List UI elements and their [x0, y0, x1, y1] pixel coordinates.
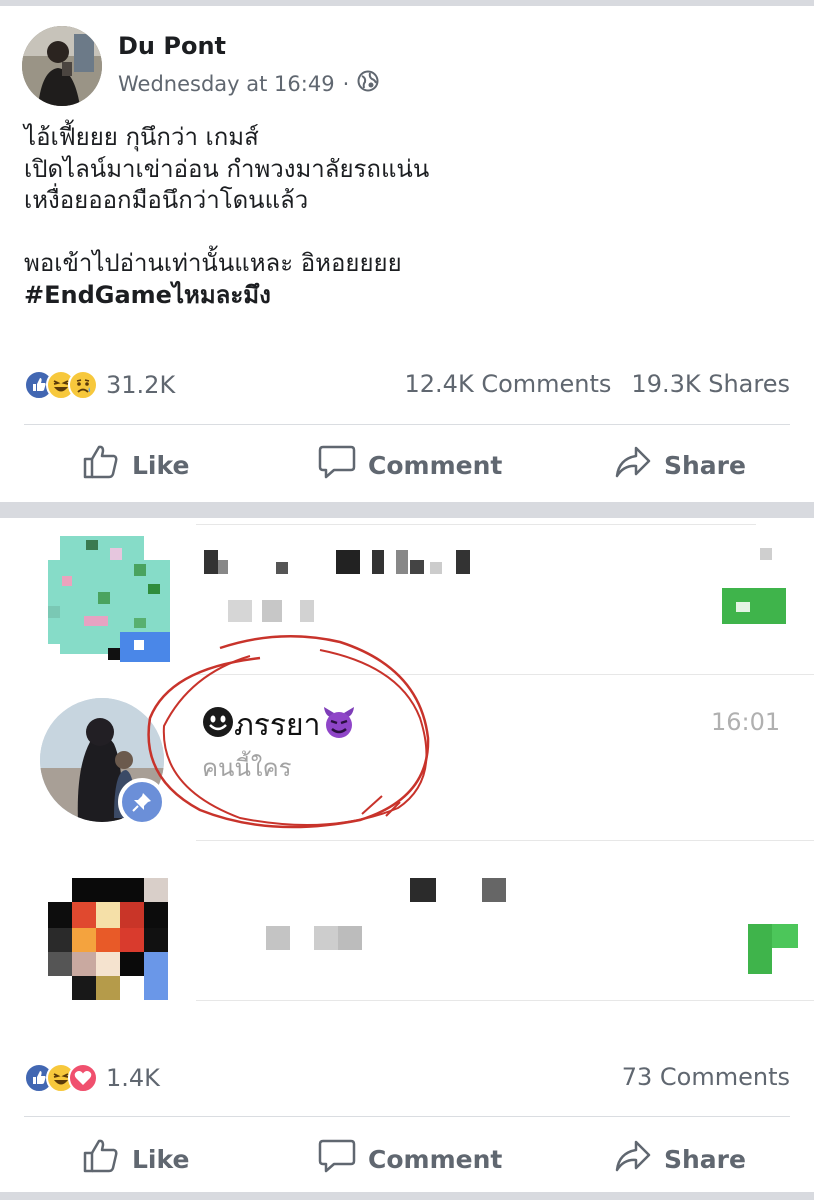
bottom-separator [0, 1192, 814, 1200]
thumbs-up-icon [82, 1138, 120, 1180]
like-button[interactable]: Like [82, 440, 189, 490]
love-reaction-icon [68, 1063, 98, 1093]
comment-button[interactable]: Comment [318, 1134, 502, 1184]
reaction-count: 1.4K [106, 1064, 160, 1092]
post-line-blank [24, 217, 794, 249]
meta-separator: · [342, 71, 350, 96]
section-separator [0, 502, 814, 518]
divider [24, 424, 790, 425]
share-arrow-icon [614, 1138, 652, 1180]
share-label: Share [664, 450, 746, 480]
like-label: Like [132, 450, 190, 480]
post-line: เปิดไลน์มาเข่าอ่อน กำพวงมาลัยรถแน่น [24, 154, 430, 183]
post-line: เหงื่อยออกมือนึกว่าโดนแล้ว [24, 186, 309, 214]
chat-row-separator [196, 1000, 814, 1001]
chat-row-separator [196, 840, 814, 841]
post-timestamp[interactable]: Wednesday at 16:49 [118, 72, 335, 96]
top-separator [0, 0, 814, 6]
like-label: Like [132, 1144, 190, 1174]
reaction-summary[interactable]: 31.2K [24, 368, 175, 402]
share-arrow-icon [614, 444, 652, 486]
comment-button[interactable]: Comment [318, 440, 502, 490]
post-text: ไอ้เฟี้ยยย กุนึกว่า เกมส์ เปิดไลน์มาเข่า… [24, 122, 794, 311]
sad-reaction-icon [68, 370, 98, 400]
divider [24, 1116, 790, 1117]
share-label: Share [664, 1144, 746, 1174]
hashtag-link[interactable]: #EndGameไหมละมึง [24, 280, 794, 312]
footer-reaction-summary[interactable]: 1.4K [24, 1061, 160, 1095]
post-actions: Like Comment Share [0, 440, 814, 490]
post-line: ไอ้เฟี้ยยย กุนึกว่า เกมส์ [24, 123, 259, 151]
attached-chat-screenshot[interactable]: ภรรยา คนนี้ใคร 16:01 [0, 518, 814, 1048]
globe-icon [357, 70, 379, 97]
comment-label: Comment [368, 450, 503, 480]
reaction-count: 31.2K [106, 371, 176, 399]
author-avatar[interactable] [22, 26, 102, 106]
pixelated-avatar [48, 878, 170, 1004]
pixelated-name [264, 876, 514, 956]
speech-bubble-icon [318, 444, 356, 486]
comment-label: Comment [368, 1144, 503, 1174]
author-name[interactable]: Du Pont [118, 32, 226, 60]
post-meta: Wednesday at 16:49 · [118, 70, 379, 97]
comments-count[interactable]: 73 Comments [622, 1063, 790, 1091]
share-button[interactable]: Share [614, 440, 746, 490]
comments-count[interactable]: 12.4K Comments [405, 370, 612, 398]
footer-actions: Like Comment Share [0, 1134, 814, 1184]
speech-bubble-icon [318, 1138, 356, 1180]
share-button[interactable]: Share [614, 1134, 746, 1184]
pixelated-badge [748, 924, 798, 978]
thumbs-up-icon [82, 444, 120, 486]
post-stats: 12.4K Comments 19.3K Shares [405, 370, 790, 398]
like-button[interactable]: Like [82, 1134, 189, 1184]
footer-stats: 73 Comments [622, 1063, 790, 1091]
post-line: พอเข้าไปอ่านเท่านั้นแหละ อิหอยยยย [24, 249, 402, 277]
shares-count[interactable]: 19.3K Shares [631, 370, 790, 398]
